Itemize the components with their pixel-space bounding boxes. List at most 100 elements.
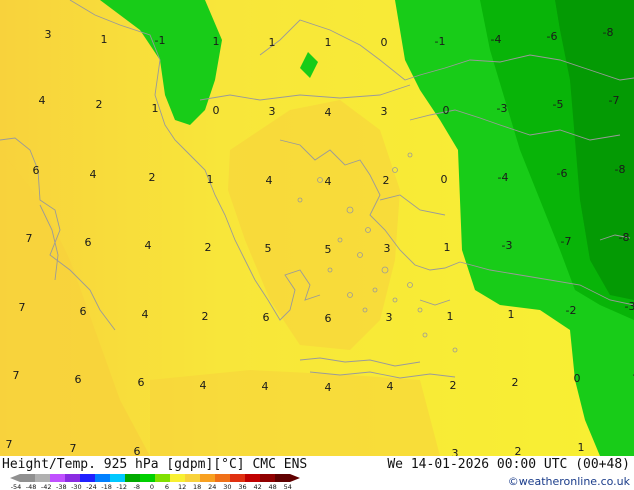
legend-swatch bbox=[50, 474, 65, 482]
legend-tick-label: -30 bbox=[71, 483, 82, 490]
temperature-value: 1 bbox=[207, 173, 214, 186]
temperature-value: 1 bbox=[444, 241, 451, 254]
temperature-value: 1 bbox=[578, 441, 585, 454]
temperature-value: -7 bbox=[561, 235, 572, 248]
temperature-value: 3 bbox=[384, 242, 391, 255]
legend-swatch bbox=[65, 474, 80, 482]
temperature-value: 0 bbox=[381, 36, 388, 49]
temperature-value: 7 bbox=[13, 369, 20, 382]
temperature-value: 1 bbox=[325, 36, 332, 49]
legend-tick-label: 24 bbox=[208, 483, 216, 490]
legend-tick-label: -42 bbox=[41, 483, 52, 490]
legend-swatch bbox=[125, 474, 140, 482]
legend-tick-label: 36 bbox=[238, 483, 246, 490]
temperature-value: -2 bbox=[566, 304, 577, 317]
temperature-value: 3 bbox=[452, 447, 459, 456]
temperature-value: 4 bbox=[262, 380, 269, 393]
forecast-datetime: We 14-01-2026 00:00 UTC (00+48) bbox=[387, 457, 630, 472]
temperature-value: 7 bbox=[26, 232, 33, 245]
temperature-value: 4 bbox=[145, 239, 152, 252]
legend-tick-label: -18 bbox=[101, 483, 112, 490]
temperature-value: 0 bbox=[443, 104, 450, 117]
legend-tick-label: 30 bbox=[223, 483, 231, 490]
legend-swatch bbox=[200, 474, 215, 482]
legend-tick-label: -24 bbox=[86, 483, 97, 490]
temperature-value: 6 bbox=[263, 311, 270, 324]
temperature-value: 7 bbox=[19, 301, 26, 314]
temperature-value: 4 bbox=[325, 175, 332, 188]
temperature-value: -6 bbox=[557, 167, 568, 180]
temperature-value: -8 bbox=[603, 26, 614, 39]
temperature-value: 3 bbox=[269, 105, 276, 118]
temperature-value: 0 bbox=[213, 104, 220, 117]
temperature-value: -4 bbox=[491, 33, 502, 46]
temperature-value: -3 bbox=[502, 239, 513, 252]
temperature-value: 3 bbox=[381, 105, 388, 118]
temperature-value: 2 bbox=[450, 379, 457, 392]
legend-arrow-right bbox=[290, 474, 300, 482]
legend-tick-label: 54 bbox=[284, 483, 292, 490]
temperature-value: 3 bbox=[45, 28, 52, 41]
temperature-field-warm-south bbox=[150, 370, 440, 456]
temperature-value: 7 bbox=[6, 438, 13, 451]
legend-tick-label: -38 bbox=[56, 483, 67, 490]
temperature-value: 1 bbox=[447, 310, 454, 323]
legend-swatch bbox=[35, 474, 50, 482]
legend-swatch bbox=[275, 474, 290, 482]
temperature-value: 4 bbox=[142, 308, 149, 321]
temperature-value: 1 bbox=[508, 308, 515, 321]
legend-swatch bbox=[185, 474, 200, 482]
temperature-map: 3 1 -1 1 1 1 0 -1 -4 -6 -8 4 2 1 0 3 4 3 0 -3 -5 -7 6 4 2 1 4 4 2 0 -4… bbox=[0, 0, 634, 456]
temperature-value: 1 bbox=[213, 35, 220, 48]
temperature-value: 4 bbox=[39, 94, 46, 107]
temperature-value: -1 bbox=[155, 34, 166, 47]
temperature-value: 1 bbox=[101, 33, 108, 46]
temperature-value: 4 bbox=[90, 168, 97, 181]
legend-swatch bbox=[155, 474, 170, 482]
legend-swatch bbox=[260, 474, 275, 482]
temperature-value: 0 bbox=[441, 173, 448, 186]
temperature-value: -1 bbox=[435, 35, 446, 48]
temperature-value: 6 bbox=[33, 164, 40, 177]
legend-tick-label: -54 bbox=[11, 483, 22, 490]
temperature-value: 4 bbox=[387, 380, 394, 393]
temperature-value: 5 bbox=[265, 242, 272, 255]
temperature-value: -5 bbox=[553, 98, 564, 111]
legend-swatch bbox=[140, 474, 155, 482]
temperature-value: 7 bbox=[70, 442, 77, 455]
temperature-value: 0 bbox=[574, 372, 581, 385]
temperature-value: 1 bbox=[152, 102, 159, 115]
legend-swatch bbox=[110, 474, 125, 482]
temperature-value: 6 bbox=[75, 373, 82, 386]
color-legend: -54 -48 -42 -38 -30 -24 -18 -12 -8 0 6 12 18 24 30 36 42… bbox=[10, 474, 300, 490]
temperature-value: -8 bbox=[619, 231, 630, 244]
map-footer: Height/Temp. 925 hPa [gdpm][°C] CMC ENS … bbox=[0, 456, 634, 490]
temperature-value: -8 bbox=[615, 163, 626, 176]
legend-swatch bbox=[95, 474, 110, 482]
temperature-value: 5 bbox=[325, 243, 332, 256]
temperature-value: 6 bbox=[80, 305, 87, 318]
map-title: Height/Temp. 925 hPa [gdpm][°C] CMC ENS bbox=[2, 457, 308, 472]
temperature-value: -4 bbox=[498, 171, 509, 184]
legend-tick-label: -8 bbox=[134, 483, 140, 490]
temperature-value: 3 bbox=[386, 311, 393, 324]
temperature-value: 4 bbox=[200, 379, 207, 392]
credit-link[interactable]: ©weatheronline.co.uk bbox=[508, 475, 630, 488]
temperature-value: 6 bbox=[85, 236, 92, 249]
temperature-value: 2 bbox=[96, 98, 103, 111]
temperature-value: 4 bbox=[325, 381, 332, 394]
legend-tick-label: 18 bbox=[193, 483, 201, 490]
temperature-value: -6 bbox=[547, 30, 558, 43]
temperature-value: 1 bbox=[269, 36, 276, 49]
temperature-value: 2 bbox=[205, 241, 212, 254]
temperature-value: 4 bbox=[325, 106, 332, 119]
temperature-value: 2 bbox=[515, 445, 522, 456]
legend-tick-label: 12 bbox=[178, 483, 186, 490]
legend-tick-label: 0 bbox=[150, 483, 154, 490]
legend-tick-label: 48 bbox=[269, 483, 277, 490]
temperature-value: -3 bbox=[625, 300, 634, 313]
legend-swatch bbox=[215, 474, 230, 482]
legend-tick-label: -12 bbox=[116, 483, 127, 490]
legend-swatch bbox=[230, 474, 245, 482]
legend-arrow-left bbox=[10, 474, 20, 482]
